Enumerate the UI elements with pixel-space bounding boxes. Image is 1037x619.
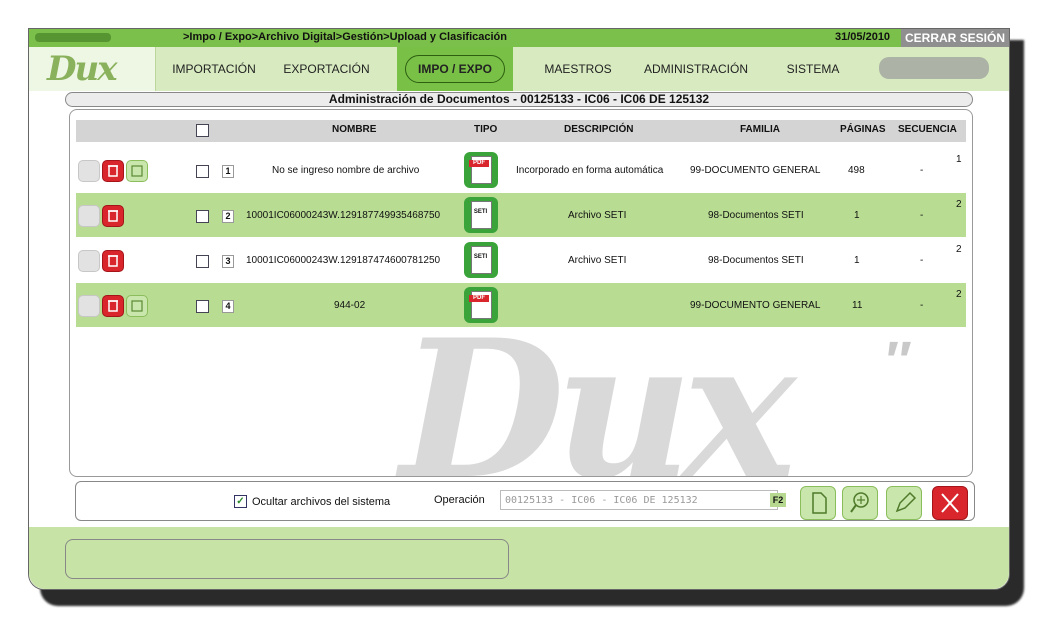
cell-secuencia: - bbox=[920, 210, 924, 221]
doc-shape bbox=[471, 246, 492, 274]
dux-logo: Dux bbox=[29, 47, 156, 91]
operation-label: Operación bbox=[434, 494, 485, 506]
current-date: 31/05/2010 bbox=[835, 31, 891, 43]
cell-paginas: 1 bbox=[854, 255, 860, 266]
row-number: 4 bbox=[222, 300, 234, 313]
cell-familia: 98-Documentos SETI bbox=[708, 255, 804, 266]
logo-text: Dux bbox=[47, 49, 117, 89]
delete-icon[interactable] bbox=[102, 205, 124, 227]
cell-extra: 2 bbox=[956, 199, 962, 210]
zoom-in-button[interactable] bbox=[842, 486, 878, 520]
move-icon[interactable] bbox=[78, 250, 100, 272]
cell-nombre: No se ingreso nombre de archivo bbox=[272, 165, 420, 176]
status-box bbox=[65, 539, 509, 579]
table-row[interactable]: 2 10001IC06000243W.129187749935468750 SE… bbox=[76, 193, 966, 237]
cell-paginas: 1 bbox=[854, 210, 860, 221]
top-bar: >Impo / Expo>Archivo Digital>Gestión>Upl… bbox=[29, 29, 1009, 47]
pdf-band: PDF bbox=[469, 295, 489, 302]
crop-icon[interactable] bbox=[126, 160, 148, 182]
operation-field[interactable] bbox=[500, 490, 778, 510]
row-checkbox[interactable] bbox=[196, 210, 209, 223]
col-familia: FAMILIA bbox=[740, 124, 780, 135]
footer-area bbox=[29, 527, 1009, 589]
delete-icon[interactable] bbox=[102, 250, 124, 272]
table-row[interactable]: 4 944-02 PDF 99-DOCUMENTO GENERAL 11 - 2 bbox=[76, 283, 966, 327]
pdf-file-icon[interactable]: PDF bbox=[464, 287, 498, 323]
seti-file-icon[interactable]: SETI bbox=[464, 197, 498, 233]
dux-watermark: Dux bbox=[400, 298, 796, 477]
blurred-company-name bbox=[35, 33, 111, 42]
cell-descripcion: Incorporado en forma automática bbox=[516, 165, 664, 176]
cell-descripcion: Archivo SETI bbox=[568, 255, 627, 266]
page-title: Administración de Documentos - 00125133 … bbox=[65, 92, 973, 107]
row-checkbox[interactable] bbox=[196, 255, 209, 268]
move-icon[interactable] bbox=[78, 160, 100, 182]
documents-panel: Dux ″ NOMBRE TIPO DESCRIPCIÓN FAMILIA PÁ… bbox=[69, 109, 973, 477]
cell-extra: 2 bbox=[956, 289, 962, 300]
cell-descripcion: Archivo SETI bbox=[568, 210, 627, 221]
col-secuencia: SECUENCIA bbox=[898, 124, 957, 135]
blurred-user-name bbox=[879, 57, 989, 79]
nav-sistema[interactable]: SISTEMA bbox=[769, 47, 857, 91]
app-window: >Impo / Expo>Archivo Digital>Gestión>Upl… bbox=[28, 28, 1010, 590]
row-number: 1 bbox=[222, 165, 234, 178]
col-descripcion: DESCRIPCIÓN bbox=[564, 124, 634, 135]
breadcrumb: >Impo / Expo>Archivo Digital>Gestión>Upl… bbox=[183, 31, 507, 43]
delete-icon[interactable] bbox=[102, 295, 124, 317]
delete-icon[interactable] bbox=[102, 160, 124, 182]
col-nombre: NOMBRE bbox=[332, 124, 377, 135]
table-header: NOMBRE TIPO DESCRIPCIÓN FAMILIA PÁGINAS … bbox=[76, 120, 966, 142]
seti-label: SETI bbox=[473, 209, 488, 215]
row-checkbox[interactable] bbox=[196, 300, 209, 313]
row-number: 2 bbox=[222, 210, 234, 223]
crop-icon[interactable] bbox=[126, 295, 148, 317]
table-row[interactable]: 1 No se ingreso nombre de archivo PDF In… bbox=[76, 148, 966, 192]
logout-button[interactable]: CERRAR SESIÓN bbox=[901, 29, 1009, 47]
main-nav: Dux IMPORTACIÓN EXPORTACIÓN IMPO / EXPO … bbox=[29, 47, 1009, 91]
col-paginas: PÁGINAS bbox=[840, 124, 886, 135]
move-icon[interactable] bbox=[78, 205, 100, 227]
row-number: 3 bbox=[222, 255, 234, 268]
hide-system-label: Ocultar archivos del sistema bbox=[252, 496, 391, 508]
move-icon[interactable] bbox=[78, 295, 100, 317]
nav-maestros[interactable]: MAESTROS bbox=[523, 47, 633, 91]
nav-importacion[interactable]: IMPORTACIÓN bbox=[159, 47, 269, 91]
cell-familia: 99-DOCUMENTO GENERAL bbox=[690, 300, 821, 311]
nav-exportacion[interactable]: EXPORTACIÓN bbox=[269, 47, 384, 91]
doc-shape bbox=[471, 201, 492, 229]
nav-impo-expo[interactable]: IMPO / EXPO bbox=[397, 47, 513, 91]
select-all-checkbox[interactable] bbox=[196, 124, 209, 137]
active-pill bbox=[405, 55, 505, 83]
nav-administracion[interactable]: ADMINISTRACIÓN bbox=[633, 47, 759, 91]
cell-secuencia: - bbox=[920, 165, 924, 176]
new-document-button[interactable] bbox=[800, 486, 836, 520]
pdf-band: PDF bbox=[469, 160, 489, 167]
seti-label: SETI bbox=[473, 254, 488, 260]
cell-secuencia: - bbox=[920, 255, 924, 266]
cell-nombre: 944-02 bbox=[334, 300, 366, 311]
table-row[interactable]: 3 10001IC06000243W.129187474600781250 SE… bbox=[76, 238, 966, 282]
cell-extra: 1 bbox=[956, 154, 962, 165]
cell-paginas: 11 bbox=[852, 300, 863, 311]
cell-secuencia: - bbox=[920, 300, 924, 311]
bottom-toolbar: ✓ Ocultar archivos del sistema Operación… bbox=[75, 481, 975, 521]
cell-familia: 98-Documentos SETI bbox=[708, 210, 804, 221]
cell-nombre: 10001IC06000243W.129187474600781250 bbox=[246, 255, 441, 266]
row-checkbox[interactable] bbox=[196, 165, 209, 178]
edit-button[interactable] bbox=[886, 486, 922, 520]
watermark-quote: ″ bbox=[886, 331, 912, 391]
seti-file-icon[interactable]: SETI bbox=[464, 242, 498, 278]
hide-system-checkbox[interactable]: ✓ bbox=[234, 495, 247, 508]
close-icon[interactable] bbox=[932, 486, 968, 520]
cell-familia: 99-DOCUMENTO GENERAL bbox=[690, 165, 821, 176]
cell-nombre: 10001IC06000243W.129187749935468750 bbox=[246, 210, 441, 221]
cell-paginas: 498 bbox=[848, 165, 865, 176]
f2-button[interactable]: F2 bbox=[770, 493, 786, 507]
pdf-file-icon[interactable]: PDF bbox=[464, 152, 498, 188]
cell-extra: 2 bbox=[956, 244, 962, 255]
col-tipo: TIPO bbox=[474, 124, 498, 135]
